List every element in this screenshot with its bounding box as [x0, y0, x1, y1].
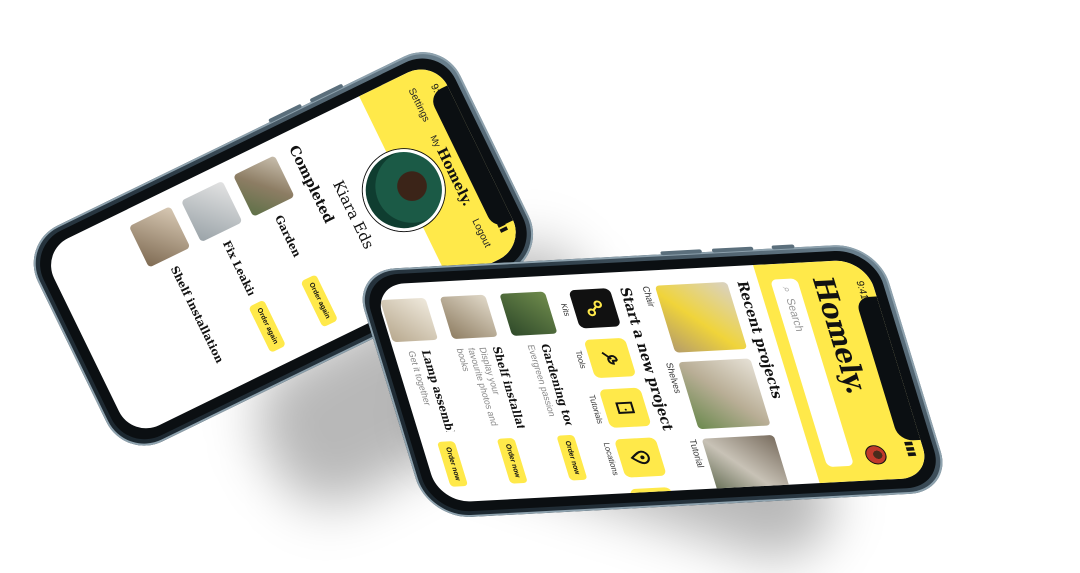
brand-prefix: My — [428, 133, 443, 149]
kit-text: Gardening tool kit Evergreen passion — [524, 344, 576, 427]
front-phone-side-button — [771, 244, 795, 250]
kit-text: Lamp assembly Get it together — [405, 350, 457, 433]
order-title: Garden — [272, 212, 304, 260]
order-again-button[interactable]: Order again — [300, 273, 339, 328]
search-placeholder: Search — [783, 297, 806, 332]
kit-thumbnail — [373, 300, 381, 346]
kit-thumbnail — [379, 297, 439, 343]
order-now-button[interactable]: Order now — [556, 434, 589, 481]
front-phone-bezel: 9:41 ▮▮▮ Homely. ⌕ Search Recent project… — [360, 249, 946, 514]
front-phone-side-button — [711, 246, 754, 253]
home-screen: 9:41 ▮▮▮ Homely. ⌕ Search Recent project… — [373, 259, 932, 503]
order-text: Fix Leaking — [220, 238, 257, 296]
category-tools[interactable]: Tools — [570, 337, 637, 379]
kit-thumbnail — [499, 291, 558, 336]
category-kits[interactable]: Kits — [555, 288, 622, 329]
category-tutorials[interactable]: Tutorials — [585, 387, 652, 429]
front-phone-side-button — [659, 249, 703, 256]
order-title: Fix Leaking — [220, 238, 258, 297]
search-icon: ⌕ — [780, 286, 795, 293]
order-now-button[interactable]: Order now — [497, 437, 529, 484]
order-thumbnail — [128, 206, 191, 268]
category-locations[interactable]: Locations — [601, 437, 667, 478]
mockup-scene: 9:41 ▮▮▮ Settings My Homely. Logout Kiar… — [0, 0, 1080, 573]
order-now-button[interactable]: Order now — [437, 440, 469, 487]
user-avatar[interactable] — [863, 444, 890, 465]
kit-thumbnail — [439, 294, 498, 340]
order-text: Garden — [273, 213, 310, 271]
signal-icon: ▮▮▮ — [902, 440, 919, 458]
front-phone: 9:41 ▮▮▮ Homely. ⌕ Search Recent project… — [352, 243, 954, 520]
order-again-button[interactable]: Order again — [248, 299, 287, 353]
